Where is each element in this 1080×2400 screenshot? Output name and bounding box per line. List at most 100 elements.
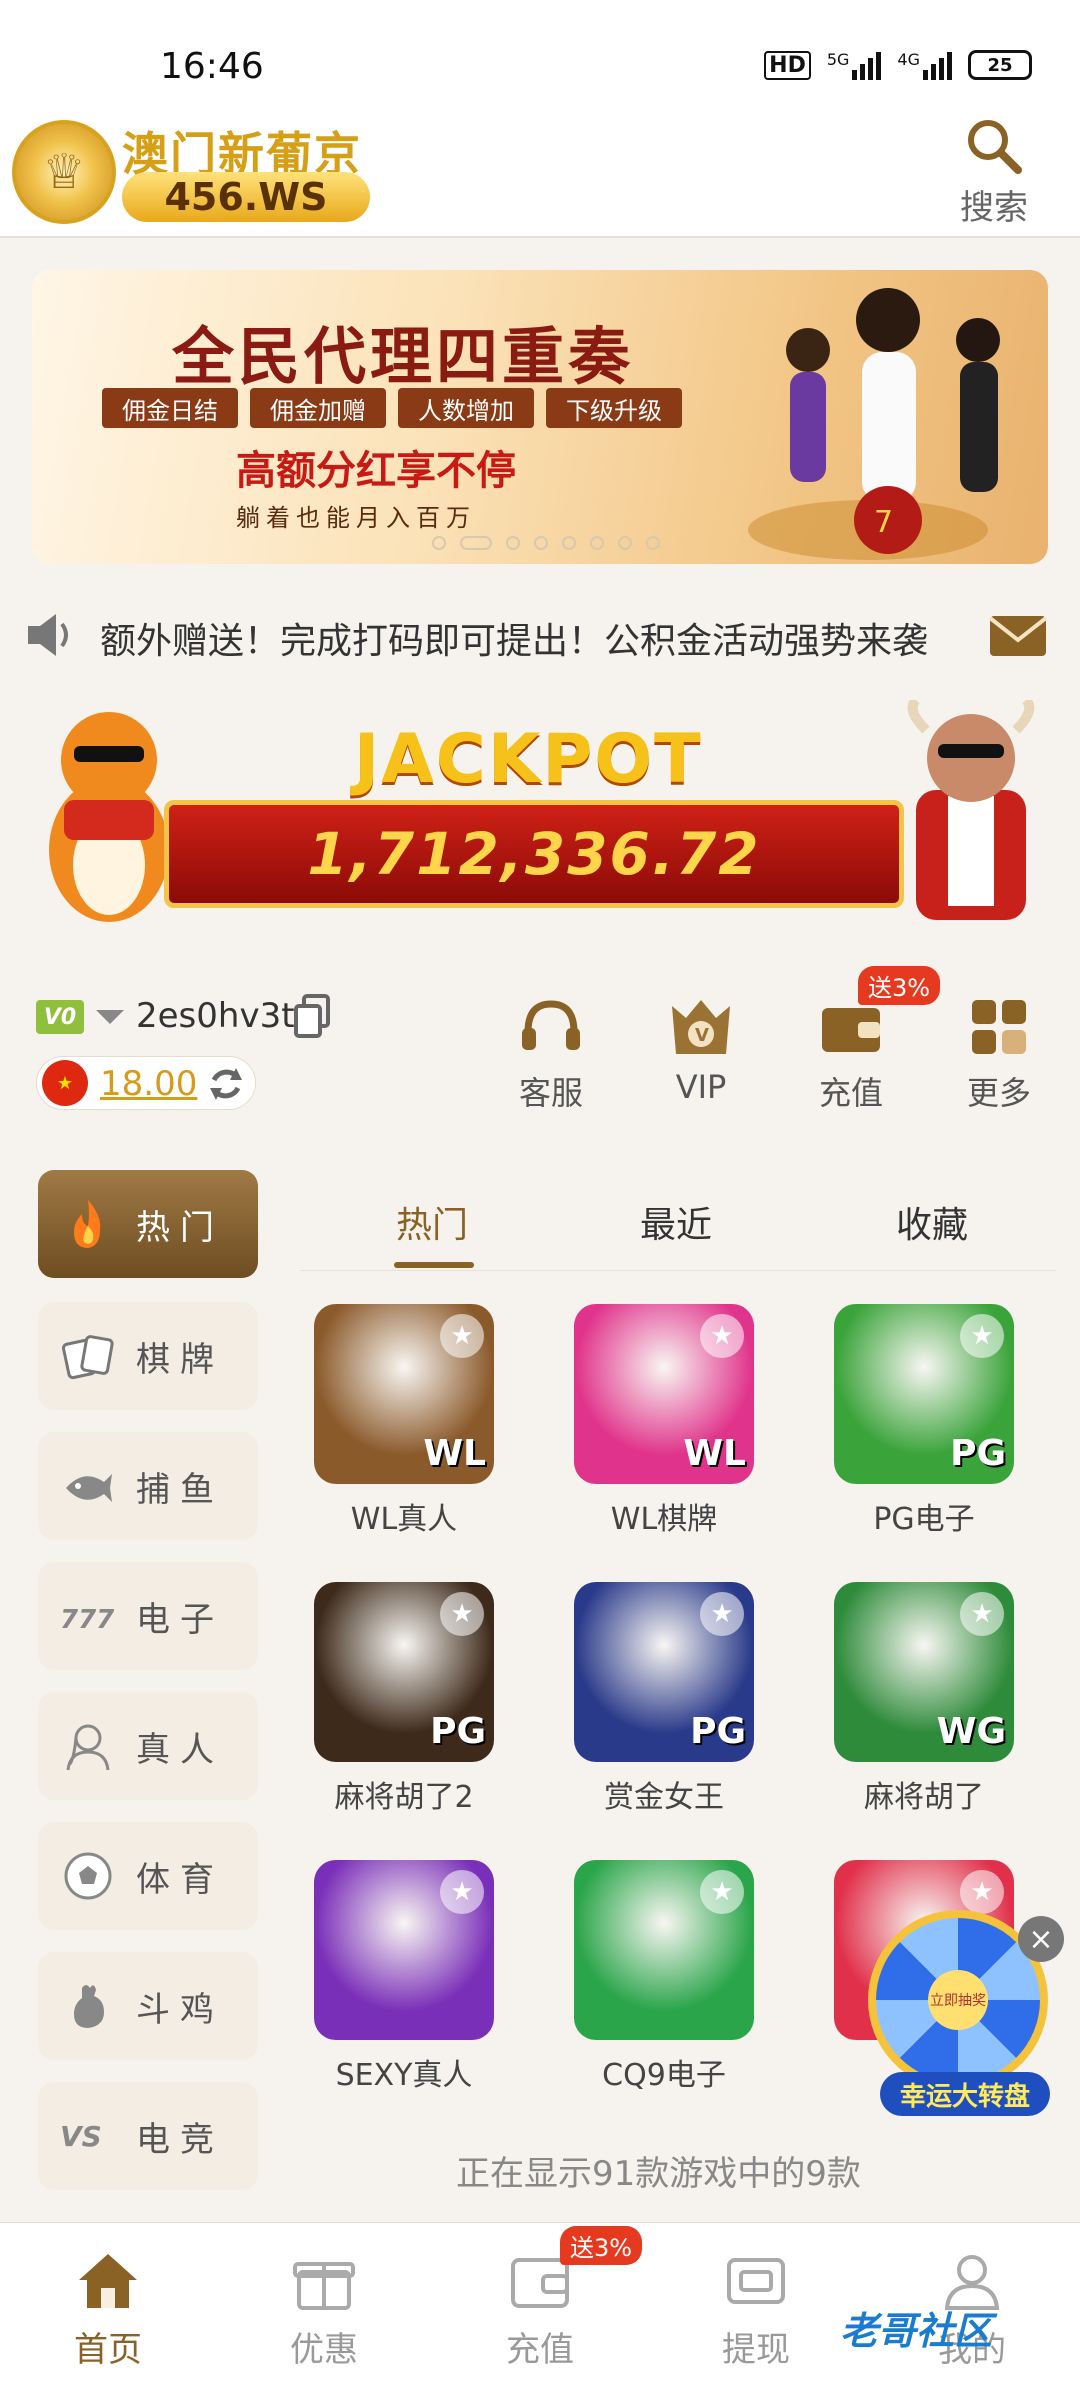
category-label: 棋牌: [136, 1339, 224, 1380]
game-thumbnail[interactable]: ★: [314, 1860, 494, 2040]
tab-indicator: [394, 1262, 474, 1268]
favorite-star-icon[interactable]: ★: [440, 1592, 484, 1636]
game-thumbnail[interactable]: ★ PG: [574, 1582, 754, 1762]
search-label: 搜索: [960, 188, 1028, 228]
banner-pagination: [432, 536, 660, 550]
tab-recent[interactable]: 最近: [640, 1196, 712, 1248]
category-live[interactable]: 真人: [38, 1692, 258, 1800]
banner-title: 全民代理四重奏: [172, 320, 635, 393]
game-count-text: 正在显示91款游戏中的9款: [456, 2154, 861, 2194]
banner-tag: 佣金加赠: [250, 388, 386, 428]
game-tile[interactable]: ★ PG PG电子: [834, 1304, 1014, 1538]
game-name: 麻将胡了2: [334, 1780, 474, 1815]
favorite-star-icon[interactable]: ★: [700, 1314, 744, 1358]
gift-icon: [293, 2262, 355, 2310]
svg-text:7: 7: [874, 505, 893, 540]
game-name: 赏金女王: [604, 1780, 724, 1815]
favorite-star-icon[interactable]: ★: [440, 1870, 484, 1914]
headset-icon: [522, 1000, 580, 1050]
game-thumbnail[interactable]: ★ WG: [834, 1582, 1014, 1762]
more-button[interactable]: 更多: [944, 996, 1054, 1114]
category-cockfight[interactable]: 斗鸡: [38, 1952, 258, 2060]
game-tile[interactable]: ★ PG 麻将胡了2: [314, 1582, 494, 1816]
game-tile[interactable]: ★ SEXY真人: [314, 1860, 494, 2094]
category-label: 电竞: [136, 2119, 224, 2160]
chevron-down-icon[interactable]: [96, 1010, 124, 1024]
favorite-star-icon[interactable]: ★: [700, 1592, 744, 1636]
nav-label: 首页: [74, 2330, 142, 2370]
game-thumbnail[interactable]: ★ WL: [574, 1304, 754, 1484]
mail-icon[interactable]: [986, 602, 1050, 666]
game-tile[interactable]: ★ WL WL真人: [314, 1304, 494, 1538]
game-tile[interactable]: ★ PG 赏金女王: [574, 1582, 754, 1816]
favorite-star-icon[interactable]: ★: [960, 1592, 1004, 1636]
signal-5g-icon: 5G: [827, 50, 882, 80]
category-sports[interactable]: 体育: [38, 1822, 258, 1930]
nav-label: 充值: [506, 2330, 574, 2370]
game-name: WL真人: [350, 1502, 458, 1537]
promo-banner[interactable]: 全民代理四重奏 佣金日结 佣金加赠 人数增加 下级升级 高额分红享不停 躺着也能…: [32, 270, 1048, 564]
game-thumbnail[interactable]: ★: [574, 1860, 754, 2040]
nav-promotions[interactable]: 优惠: [254, 2250, 394, 2371]
game-thumbnail[interactable]: ★ PG: [834, 1304, 1014, 1484]
close-icon[interactable]: ×: [1018, 1916, 1064, 1962]
customer-service-button[interactable]: 客服: [496, 996, 606, 1114]
category-label: 电子: [136, 1599, 224, 1640]
rooster-icon: [74, 1985, 104, 2028]
site-domain: 456.WS: [122, 172, 370, 222]
bonus-badge: 送3%: [858, 966, 941, 1005]
category-hot[interactable]: 热门: [38, 1170, 258, 1278]
game-tile[interactable]: ★ CQ9电子: [574, 1860, 754, 2094]
banner-tag: 佣金日结: [102, 388, 238, 428]
tab-hot[interactable]: 热门: [396, 1196, 468, 1248]
watermark-logo: 老哥社区: [840, 2309, 993, 2353]
vip-button[interactable]: V VIP: [646, 996, 756, 1106]
copy-icon[interactable]: [292, 994, 332, 1038]
search-button[interactable]: 搜索: [944, 116, 1044, 234]
svg-text:V: V: [695, 1025, 709, 1046]
refresh-icon[interactable]: [206, 1064, 246, 1104]
game-name: 麻将胡了: [864, 1780, 984, 1815]
nav-withdraw[interactable]: 提现: [686, 2250, 826, 2371]
jackpot-band: 1,712,336.72: [164, 800, 904, 908]
quick-action-label: 充值: [818, 1074, 883, 1112]
game-tile[interactable]: ★ WG 麻将胡了: [834, 1582, 1014, 1816]
favorite-star-icon[interactable]: ★: [440, 1314, 484, 1358]
deposit-button[interactable]: 充值: [796, 996, 906, 1114]
banner-tag: 人数增加: [398, 388, 534, 428]
favorite-star-icon[interactable]: ★: [700, 1870, 744, 1914]
balance-amount[interactable]: 18.00: [100, 1064, 197, 1104]
favorite-star-icon[interactable]: ★: [960, 1870, 1004, 1914]
grid-icon: [972, 1000, 1026, 1054]
fire-icon: [74, 1200, 101, 1248]
nav-deposit[interactable]: 充值: [470, 2250, 610, 2371]
game-tile[interactable]: ★ WL WL棋牌: [574, 1304, 754, 1538]
jackpot-panel: JACKPOT 1,712,336.72: [24, 700, 1056, 940]
cards-icon: [61, 1335, 114, 1380]
notice-bar[interactable]: 额外赠送！完成打码即可提出！公积金活动强势来袭: [0, 590, 1080, 680]
quick-action-label: 更多: [966, 1074, 1031, 1112]
category-fishing[interactable]: 捕鱼: [38, 1432, 258, 1540]
status-time: 16:46: [160, 46, 264, 87]
slot-777-icon: 777: [60, 1605, 115, 1635]
game-thumbnail[interactable]: ★ PG: [314, 1582, 494, 1762]
fish-icon: [66, 1474, 112, 1502]
lucky-wheel-label[interactable]: 幸运大转盘: [880, 2072, 1050, 2116]
game-provider-label: PG: [430, 1711, 486, 1752]
category-cards[interactable]: 棋牌: [38, 1302, 258, 1410]
nav-home[interactable]: 首页: [38, 2250, 178, 2371]
tab-favorites[interactable]: 收藏: [896, 1196, 968, 1248]
category-esports[interactable]: VS 电竞: [38, 2082, 258, 2190]
category-slots[interactable]: 777 电子: [38, 1562, 258, 1670]
bull-mascot-image: [907, 700, 1035, 920]
favorite-star-icon[interactable]: ★: [960, 1314, 1004, 1358]
notice-text: 额外赠送！完成打码即可提出！公积金活动强势来袭: [100, 621, 929, 662]
banner-tags: 佣金日结 佣金加赠 人数增加 下级升级: [102, 388, 682, 428]
jackpot-title: JACKPOT: [354, 720, 703, 799]
game-name: CQ9电子: [602, 2058, 726, 2093]
game-name: PG电子: [873, 1502, 975, 1537]
game-provider-label: PG: [690, 1711, 746, 1752]
game-thumbnail[interactable]: ★ WL: [314, 1304, 494, 1484]
search-icon: [968, 120, 1022, 174]
svg-text:777: 777: [60, 1605, 115, 1635]
